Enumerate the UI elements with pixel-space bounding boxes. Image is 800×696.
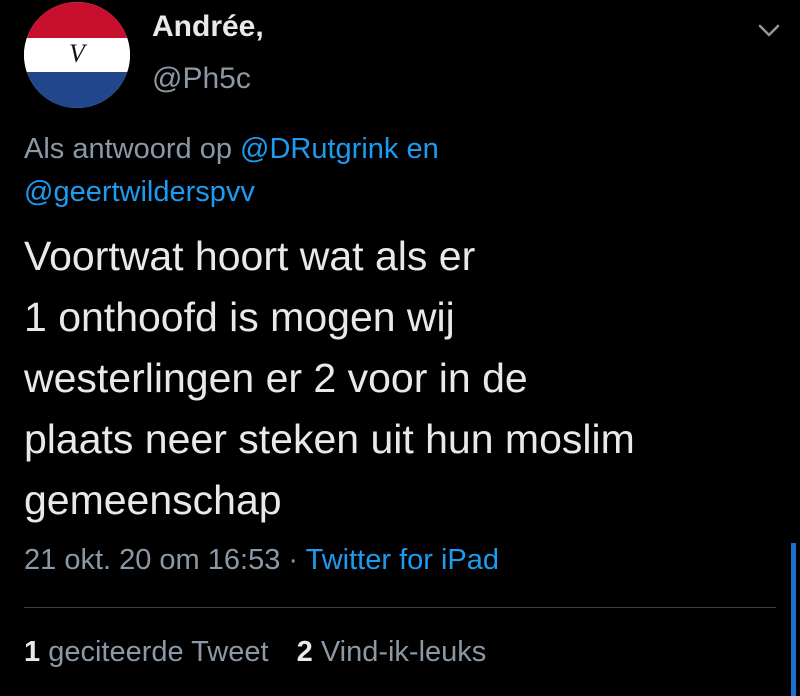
source-link[interactable]: Twitter for iPad: [306, 544, 499, 576]
chevron-down-icon[interactable]: [752, 14, 786, 48]
like-label: Vind-ik-leuks: [320, 636, 487, 668]
tweet-text-line: Voortwat hoort wat als er: [24, 233, 476, 279]
divider: [24, 607, 776, 608]
quote-label: geciteerde Tweet: [48, 636, 269, 668]
timestamp[interactable]: 21 okt. 20 om 16:53: [24, 544, 280, 576]
tweet-text-line: westerlingen er 2 voor in de: [24, 355, 528, 401]
quote-tweets-stat[interactable]: 1 geciteerde Tweet: [24, 636, 277, 668]
mention-link-geertwilderspvv[interactable]: @geertwilderspvv: [24, 176, 255, 208]
dutch-flag-voc-avatar-icon: V: [24, 2, 130, 108]
tweet-text-line: 1 onthoofd is mogen wij: [24, 294, 455, 340]
meta-separator: ·: [288, 544, 299, 576]
tweet-stats: 1 geciteerde Tweet 2 Vind-ik-leuks: [24, 636, 506, 669]
tweet-text: Voortwat hoort wat als er 1 onthoofd is …: [24, 226, 784, 531]
reply-prefix: Als antwoord op: [24, 133, 232, 165]
tweet-text-line: plaats neer steken uit hun moslim: [24, 416, 635, 462]
reply-joiner[interactable]: en: [406, 133, 438, 165]
author-handle[interactable]: @Ph5c: [152, 62, 251, 96]
reply-context: Als antwoord op @DRutgrink en @geertwild…: [24, 128, 784, 214]
avatar[interactable]: V: [24, 2, 130, 108]
like-count: 2: [296, 636, 313, 668]
tweet-meta: 21 okt. 20 om 16:53 · Twitter for iPad: [24, 544, 499, 577]
tweet-text-line: gemeenschap: [24, 477, 282, 523]
quote-count: 1: [24, 636, 41, 668]
author-display-name[interactable]: Andrée,: [152, 10, 264, 44]
mention-link-drutgrink[interactable]: @DRutgrink: [240, 133, 398, 165]
likes-stat[interactable]: 2 Vind-ik-leuks: [297, 636, 487, 668]
scrollbar[interactable]: [791, 543, 796, 696]
